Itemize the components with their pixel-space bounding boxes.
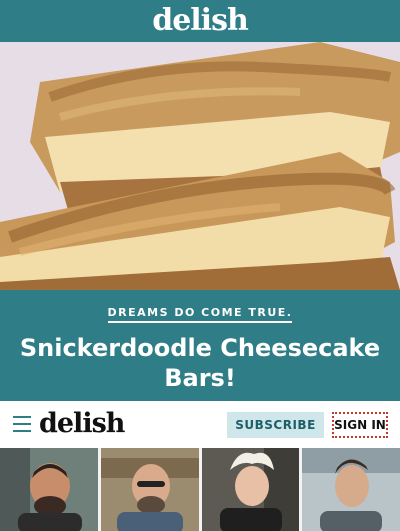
video-thumbnail-strip [0,448,400,531]
subscribe-button[interactable]: SUBSCRIBE [227,412,324,438]
video-thumbnail[interactable] [302,448,400,531]
video-thumbnail[interactable] [201,448,300,531]
sign-in-button[interactable]: SIGN IN [332,412,388,438]
delish-logo[interactable]: delish [152,6,249,36]
banner-kicker: DREAMS DO COME TRUE. [107,306,293,323]
menu-icon[interactable] [13,416,31,432]
video-thumbnail[interactable] [0,448,98,531]
site-nav: delish SUBSCRIBE SIGN IN [0,401,400,448]
video-thumbnail[interactable] [100,448,199,531]
hero-image[interactable] [0,42,400,290]
article-headline[interactable]: Snickerdoodle Cheesecake Bars! [18,333,382,393]
top-header: delish [0,0,400,42]
nav-logo[interactable]: delish [39,408,125,440]
article-banner: DREAMS DO COME TRUE. Snickerdoodle Chees… [0,290,400,401]
